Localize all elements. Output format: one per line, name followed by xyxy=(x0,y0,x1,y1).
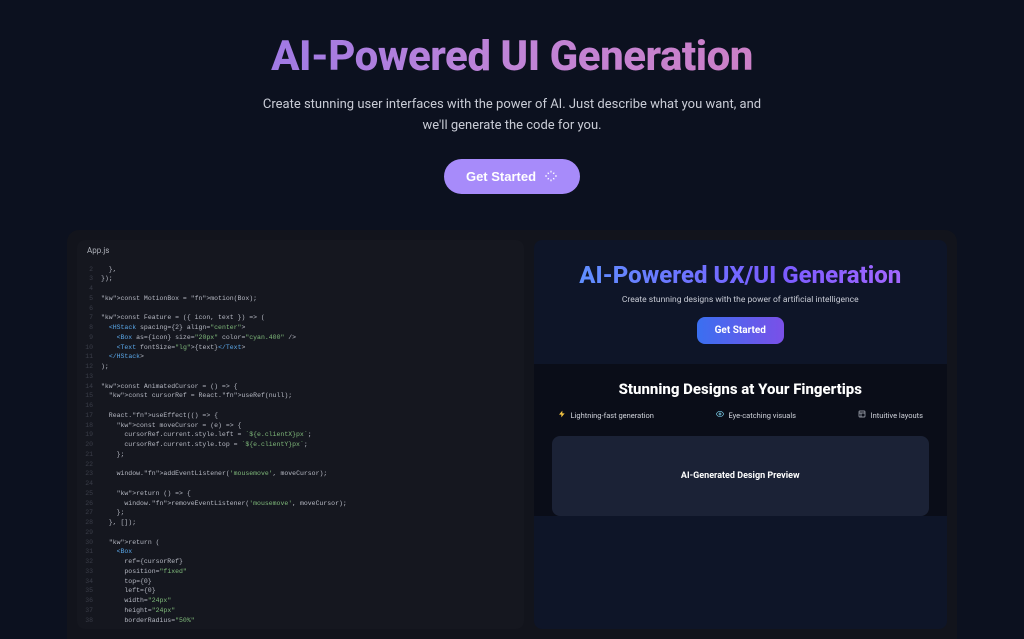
code-line: 4 xyxy=(79,284,518,294)
feature-label: Intuitive layouts xyxy=(871,411,923,420)
hero-subtitle: Create stunning user interfaces with the… xyxy=(262,95,762,137)
render-preview-label: AI-Generated Design Preview xyxy=(681,471,800,481)
code-line: 5"kw">const MotionBox = "fn">motion(Box)… xyxy=(79,294,518,304)
render-cta-label: Get Started xyxy=(715,325,766,336)
hero: AI-Powered UI Generation Create stunning… xyxy=(0,0,1024,194)
bolt-icon xyxy=(558,410,566,420)
hero-title: AI-Powered UI Generation xyxy=(0,32,1024,81)
code-line: 11 </HStack> xyxy=(79,352,518,362)
code-line: 28 }, []); xyxy=(79,518,518,528)
render-features-section: Stunning Designs at Your Fingertips Ligh… xyxy=(534,364,947,516)
code-line: 13 xyxy=(79,372,518,382)
code-line: 37 height="24px" xyxy=(79,606,518,616)
feature-label: Lightning-fast generation xyxy=(571,411,654,420)
code-line: 16 xyxy=(79,401,518,411)
code-line: 24 xyxy=(79,479,518,489)
code-line: 32 ref={cursorRef} xyxy=(79,557,518,567)
code-line: 33 position="fixed" xyxy=(79,567,518,577)
layout-icon xyxy=(858,410,866,420)
code-line: 30 "kw">return ( xyxy=(79,538,518,548)
code-line: 22 xyxy=(79,460,518,470)
code-line: 31 <Box xyxy=(79,547,518,557)
code-line: 6 xyxy=(79,304,518,314)
code-line: 20 cursorRef.current.style.top = `${e.cl… xyxy=(79,440,518,450)
feature-label: Eye-catching visuals xyxy=(729,411,797,420)
feature-item: Lightning-fast generation xyxy=(558,410,654,420)
code-line: 21 }; xyxy=(79,450,518,460)
code-line: 10 <Text fontSize="lg">{text}</Text> xyxy=(79,343,518,353)
code-line: 17 React."fn">useEffect(() => { xyxy=(79,411,518,421)
code-line: 26 window."fn">removeEventListener('mous… xyxy=(79,499,518,509)
eye-icon xyxy=(716,410,724,420)
code-line: 8 <HStack spacing={2} align="center"> xyxy=(79,323,518,333)
render-subtitle: Create stunning designs with the power o… xyxy=(534,295,947,305)
code-line: 3}); xyxy=(79,274,518,284)
get-started-button[interactable]: Get Started xyxy=(444,159,580,194)
render-preview-block: AI-Generated Design Preview xyxy=(552,436,929,516)
code-line: 12); xyxy=(79,362,518,372)
code-line: 34 top={0} xyxy=(79,577,518,587)
code-line: 14"kw">const AnimatedCursor = () => { xyxy=(79,382,518,392)
code-line: 36 width="24px" xyxy=(79,596,518,606)
code-line: 9 <Box as={icon} size="20px" color="cyan… xyxy=(79,333,518,343)
render-cta-button[interactable]: Get Started xyxy=(697,317,784,344)
render-title: AI-Powered UX/UI Generation xyxy=(534,262,947,290)
code-line: 2 }, xyxy=(79,265,518,275)
code-body: 2 },3});45"kw">const MotionBox = "fn">mo… xyxy=(77,261,524,630)
render-features-row: Lightning-fast generation Eye-catching vi… xyxy=(552,410,929,420)
preview-container: App.js 2 },3});45"kw">const MotionBox = … xyxy=(67,230,957,639)
code-line: 23 window."fn">addEventListener('mousemo… xyxy=(79,469,518,479)
code-line: 29 xyxy=(79,528,518,538)
code-line: 25 "kw">return () => { xyxy=(79,489,518,499)
code-pane: App.js 2 },3});45"kw">const MotionBox = … xyxy=(77,240,524,630)
code-line: 27 }; xyxy=(79,508,518,518)
sparkle-icon xyxy=(544,169,558,183)
code-line: 19 cursorRef.current.style.left = `${e.c… xyxy=(79,430,518,440)
code-filename: App.js xyxy=(77,240,524,261)
feature-item: Eye-catching visuals xyxy=(716,410,797,420)
code-line: 18 "kw">const moveCursor = (e) => { xyxy=(79,421,518,431)
cta-label: Get Started xyxy=(466,169,536,184)
code-line: 38 borderRadius="50%" xyxy=(79,616,518,626)
code-line: 15 "kw">const cursorRef = React."fn">use… xyxy=(79,391,518,401)
code-line: 35 left={0} xyxy=(79,586,518,596)
render-section-title: Stunning Designs at Your Fingertips xyxy=(552,380,929,398)
render-pane: AI-Powered UX/UI Generation Create stunn… xyxy=(534,240,947,630)
feature-item: Intuitive layouts xyxy=(858,410,923,420)
code-line: 7"kw">const Feature = ({ icon, text }) =… xyxy=(79,313,518,323)
